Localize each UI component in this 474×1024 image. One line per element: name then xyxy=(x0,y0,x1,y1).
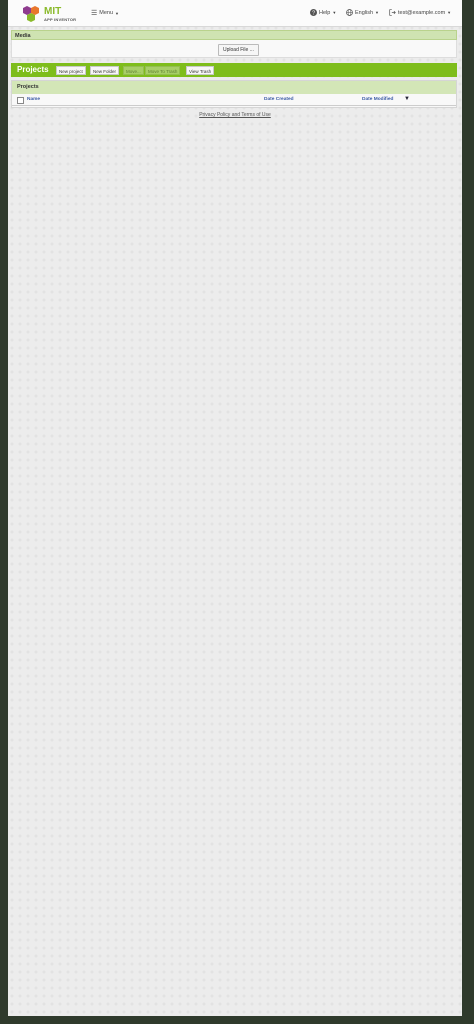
privacy-policy-link[interactable]: Privacy Policy and Terms of Use xyxy=(8,112,462,118)
account-email: test@example.com xyxy=(398,9,446,16)
move-to-trash-button[interactable]: Move To Trash xyxy=(145,66,181,75)
app-inventor-logo-icon xyxy=(23,6,39,22)
chevron-down-icon: ▼ xyxy=(447,10,452,15)
app-window: MIT APP INVENTOR ☰ Menu ▼ ? Help ▼ Engli… xyxy=(8,0,462,1016)
media-header: Media xyxy=(11,30,457,40)
logo-title: MIT xyxy=(44,6,62,17)
svg-text:?: ? xyxy=(312,11,315,16)
projects-toolbar: Projects New project New Folder Move... … xyxy=(11,63,457,77)
projects-toolbar-title: Projects xyxy=(17,65,49,74)
logo-subtitle: APP INVENTOR xyxy=(44,17,77,22)
app-logo[interactable]: MIT APP INVENTOR xyxy=(22,5,82,23)
top-navigation-bar: MIT APP INVENTOR ☰ Menu ▼ ? Help ▼ Engli… xyxy=(8,0,462,27)
view-trash-button[interactable]: View Trash xyxy=(186,66,215,75)
chevron-down-icon: ▼ xyxy=(332,10,337,15)
menu-dropdown[interactable]: ☰ Menu ▼ xyxy=(91,9,119,17)
sort-descending-icon[interactable]: ▼ xyxy=(404,96,410,102)
projects-table: Projects Name Date Created Date Modified… xyxy=(11,80,457,108)
upload-file-button[interactable]: Upload File ... xyxy=(218,44,259,56)
language-label: English xyxy=(355,9,374,16)
globe-icon xyxy=(346,9,353,16)
hamburger-icon: ☰ xyxy=(91,10,98,17)
new-project-button[interactable]: New project xyxy=(56,66,86,75)
help-dropdown[interactable]: ? Help ▼ xyxy=(310,9,336,16)
language-dropdown[interactable]: English ▼ xyxy=(346,9,379,16)
move-button[interactable]: Move... xyxy=(123,66,144,75)
column-name[interactable]: Name xyxy=(27,97,40,102)
select-all-checkbox[interactable] xyxy=(17,97,24,104)
menu-label: Menu xyxy=(99,10,114,16)
help-icon: ? xyxy=(310,9,317,16)
column-date-modified[interactable]: Date Modified xyxy=(362,97,393,102)
column-date-created[interactable]: Date Created xyxy=(264,97,294,102)
chevron-down-icon: ▼ xyxy=(375,10,380,15)
chevron-down-icon: ▼ xyxy=(115,10,120,16)
projects-table-title: Projects xyxy=(12,81,456,94)
new-folder-button[interactable]: New Folder xyxy=(90,66,120,75)
table-header-row: Name Date Created Date Modified ▼ xyxy=(12,95,456,106)
help-label: Help xyxy=(319,9,331,16)
media-panel: Upload File ... xyxy=(11,40,457,58)
account-dropdown[interactable]: test@example.com ▼ xyxy=(389,9,451,16)
sign-out-icon xyxy=(389,9,396,16)
